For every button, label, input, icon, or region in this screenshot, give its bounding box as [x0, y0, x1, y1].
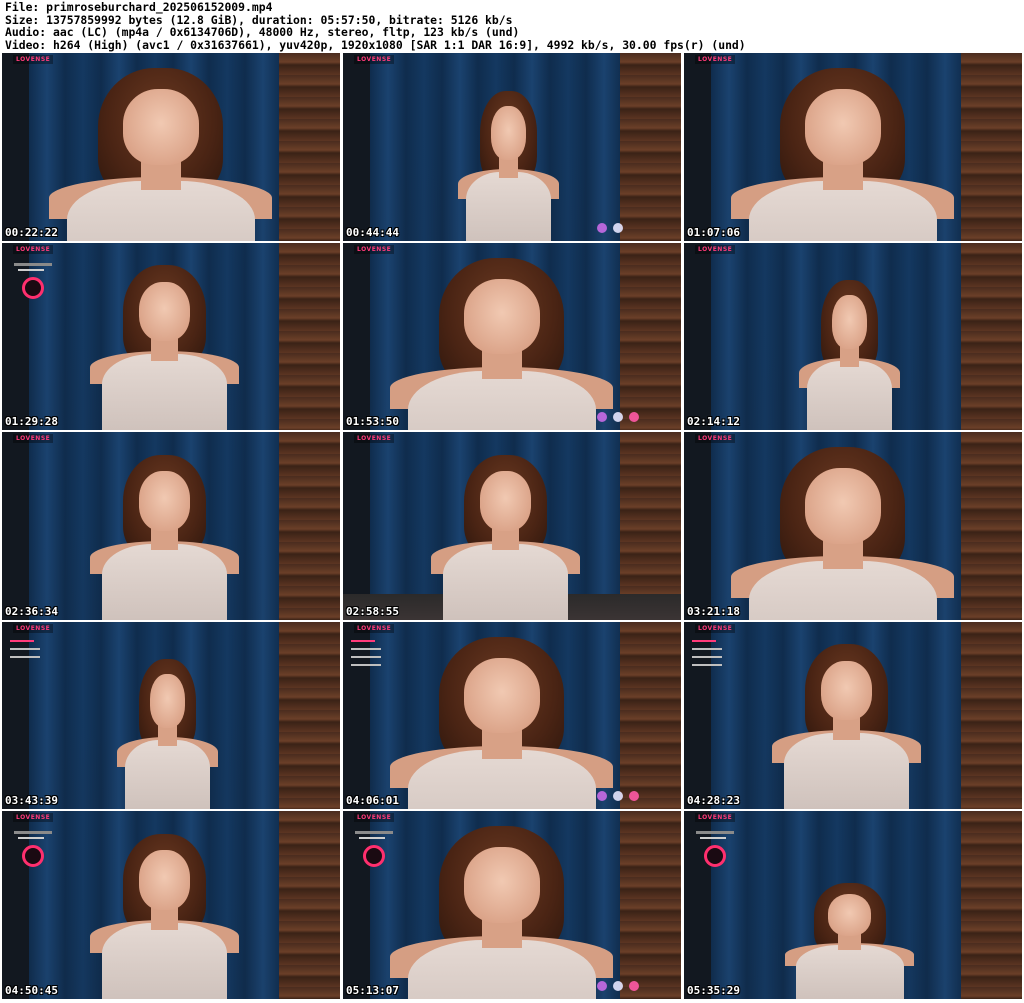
lovense-logo: LOVENSE [695, 434, 736, 444]
person-figure [116, 659, 219, 810]
timer-ring-icon [22, 845, 44, 868]
person-figure [771, 644, 921, 810]
video-info-line: Video: h264 (High) (avc1 / 0x31637661), … [5, 37, 746, 52]
countdown-widget [355, 827, 395, 883]
lovense-logo: LOVENSE [354, 244, 395, 254]
lovense-logo: LOVENSE [695, 55, 736, 64]
timestamp: 00:22:22 [5, 225, 58, 239]
person-figure [390, 257, 614, 431]
person-figure [89, 833, 239, 999]
timer-ring-icon [363, 845, 385, 868]
toy-icon [597, 412, 607, 423]
toy-icon [597, 791, 607, 802]
toy-icons [597, 791, 651, 803]
timestamp: 05:13:07 [346, 983, 399, 997]
timer-ring-icon [22, 276, 44, 299]
thumbnail: LOVENSE 04:06:01 [343, 621, 681, 810]
toy-icon [613, 412, 623, 423]
person-figure [731, 447, 955, 620]
thumbnail: LOVENSE 03:43:39 [2, 621, 340, 810]
thumbnail: LOVENSE 00:44:44 [343, 53, 681, 241]
file-name-line: File: primroseburchard_202506152009.mp4 [5, 0, 273, 14]
lovense-logo: LOVENSE [13, 55, 54, 64]
person-figure [89, 454, 239, 620]
toy-icon [597, 222, 607, 233]
timestamp: 02:58:55 [346, 604, 399, 618]
timestamp: 02:14:12 [687, 415, 740, 429]
lovense-logo: LOVENSE [354, 813, 395, 823]
timestamp: 03:21:18 [687, 604, 740, 618]
lovense-logo: LOVENSE [695, 623, 736, 633]
person-figure [89, 265, 239, 431]
toy-icon [629, 791, 639, 802]
thumbnail: LOVENSE 01:53:50 [343, 242, 681, 431]
toy-icon [629, 980, 639, 991]
person-figure [798, 280, 901, 431]
thumbnail: LOVENSE 02:36:34 [2, 432, 340, 620]
thumbnail: LOVENSE 00:22:22 [2, 53, 340, 241]
lovense-logo: LOVENSE [354, 434, 395, 444]
person-figure [430, 454, 580, 620]
audio-info-line: Audio: aac (LC) (mp4a / 0x6134706D), 480… [5, 25, 520, 40]
lovense-logo: LOVENSE [695, 244, 736, 254]
thumbnail: LOVENSE 01:29:28 [2, 242, 340, 431]
tip-list-overlay [351, 639, 391, 672]
toy-icon [613, 980, 623, 991]
timestamp: 00:44:44 [346, 225, 399, 239]
lovense-logo: LOVENSE [13, 244, 54, 254]
timestamp: 03:43:39 [5, 794, 58, 808]
lovense-logo: LOVENSE [13, 813, 54, 823]
thumbnail: LOVENSE 05:35:29 [684, 811, 1022, 999]
timestamp: 04:50:45 [5, 983, 58, 997]
timestamp: 01:53:50 [346, 415, 399, 429]
thumbnail: LOVENSE 03:21:18 [684, 432, 1022, 620]
tip-list-overlay [10, 639, 50, 664]
thumbnail: LOVENSE 04:50:45 [2, 811, 340, 999]
timestamp: 04:28:23 [687, 794, 740, 808]
timestamp: 05:35:29 [687, 983, 740, 997]
countdown-widget [14, 827, 54, 883]
person-figure [49, 68, 273, 241]
toy-icon [613, 791, 623, 802]
countdown-widget [14, 259, 54, 315]
toy-icons [597, 222, 651, 235]
toy-icon [613, 222, 623, 233]
timestamp: 02:36:34 [5, 604, 58, 618]
thumbnail: LOVENSE 04:28:23 [684, 621, 1022, 810]
timer-ring-icon [704, 845, 726, 868]
thumbnail: LOVENSE 01:07:06 [684, 53, 1022, 241]
lovense-logo: LOVENSE [13, 434, 54, 444]
file-info-header: File: primroseburchard_202506152009.mp4 S… [5, 1, 746, 51]
timestamp: 01:07:06 [687, 225, 740, 239]
person-figure [785, 882, 914, 999]
lovense-logo: LOVENSE [354, 55, 395, 64]
person-figure [390, 636, 614, 810]
person-figure [457, 90, 560, 241]
lovense-logo: LOVENSE [354, 623, 395, 633]
toy-icons [597, 412, 651, 424]
person-figure [390, 826, 614, 999]
person-figure [731, 68, 955, 241]
toy-icon [629, 412, 639, 423]
thumbnail: LOVENSE 02:58:55 [343, 432, 681, 620]
thumbnail: LOVENSE 02:14:12 [684, 242, 1022, 431]
lovense-logo: LOVENSE [13, 623, 54, 633]
toy-icon [597, 980, 607, 991]
countdown-widget [696, 827, 736, 883]
tip-list-overlay [692, 639, 732, 672]
thumbnail: LOVENSE 05:13:07 [343, 811, 681, 999]
toy-icons [597, 980, 651, 993]
timestamp: 01:29:28 [5, 415, 58, 429]
timestamp: 04:06:01 [346, 794, 399, 808]
lovense-logo: LOVENSE [695, 813, 736, 823]
thumbnail-grid: LOVENSE 00:22:22 LOVENSE 00:44:44 LOVENS… [2, 53, 1022, 1001]
